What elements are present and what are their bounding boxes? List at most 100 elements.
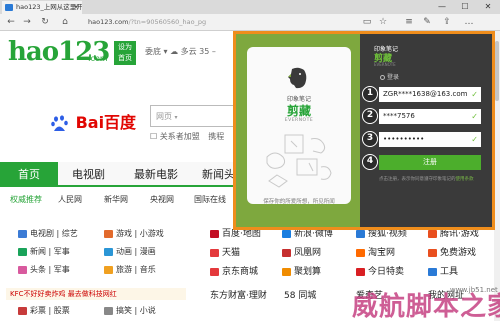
promo-caption: 保存你的所爱所想，所见所闻 [263,199,335,205]
site-link[interactable]: 天猫 [210,245,240,258]
join-checkbox-row[interactable]: ☐ 关系者加盟 携程 [150,131,224,142]
headline-icon [18,265,27,274]
subnav-people[interactable]: 人民网 [58,191,82,209]
site-link[interactable]: 58 同城 [284,288,316,301]
terms-text: 点击注册，表示你同意遵守印象笔记的 [379,177,456,182]
terms-link[interactable]: 使用条款 [456,177,474,182]
set-homepage-line1: 设为 [118,43,132,51]
reading-view-icon[interactable]: ▭ [360,15,374,29]
checkbox-icon[interactable]: ☐ [150,132,157,141]
minimize-icon[interactable]: — [431,0,453,14]
set-homepage-button[interactable]: 设为 首页 [114,41,136,65]
category-item[interactable]: 动画 | 漫画 [104,246,156,257]
tab-title: hao123_上网从这里开始 [16,3,82,11]
password-value: •••••••••• [383,135,425,143]
browser-tab[interactable]: hao123_上网从这里开始 × [2,1,82,14]
baidu-paw-icon [51,114,68,131]
email-field[interactable]: ZGR****1638@163.com ✓ [379,87,481,102]
category-item[interactable]: 游戏 | 小游戏 [104,228,164,239]
subnav-xinhua[interactable]: 新华网 [104,191,128,209]
site-icon [428,267,437,276]
nav-tv-series[interactable]: 电视剧 [72,162,105,187]
search-type-select[interactable]: 网页 ▾ [150,105,240,127]
promo-brand-large: 剪藏 [286,104,311,118]
evernote-clipper-dialog: 印象笔记 剪藏 EVERNOTE 保存你的所爱所想，所见所闻 印象笔记 剪藏 E… [236,34,492,227]
search-extra-link[interactable]: 携程 [208,132,224,141]
nav-home[interactable]: 首页 [0,162,58,187]
web-note-icon[interactable]: ✎ [420,15,434,29]
panel-brand-en: EVERNOTE [374,62,396,67]
url-path: /?tn=90560560_hao_pg [128,18,207,26]
username-value: ****7576 [383,112,415,120]
lottery-icon [18,306,27,315]
login-radio-icon [380,75,385,80]
site-link[interactable]: 京东商城 [210,264,258,277]
scrollbar-thumb[interactable] [495,41,499,101]
home-icon[interactable]: ⌂ [58,15,72,29]
evernote-promo-panel: 印象笔记 剪藏 EVERNOTE 保存你的所爱所想，所见所闻 [236,34,360,227]
subnav-recommended[interactable]: 权威推荐 [10,191,42,209]
site-icon [210,248,219,257]
site-link[interactable]: 今日特卖 [356,264,404,277]
travel-icon [104,265,113,274]
category-item[interactable]: 彩票 | 股票 [18,305,70,316]
category-item[interactable]: 电视剧 | 综艺 [18,228,78,239]
news-icon [18,247,27,256]
subnav-cctv[interactable]: 央视网 [150,191,174,209]
share-icon[interactable]: ⇪ [440,15,454,29]
tv-icon [18,229,27,238]
site-link[interactable]: 聚划算 [282,264,321,277]
site-icon [428,248,437,257]
step-badge: 1 [362,86,378,102]
promo-brand-en: EVERNOTE [284,118,314,123]
funny-icon [104,306,113,315]
nav-new-movies[interactable]: 最新电影 [134,162,178,187]
check-icon: ✓ [471,135,478,144]
baidu-brand-text: Bai百度 [75,113,137,132]
site-icon [356,229,365,238]
category-item[interactable]: 头条 | 军事 [18,264,70,275]
category-item[interactable]: 搞笑 | 小说 [104,305,156,316]
back-icon[interactable]: ← [4,15,18,29]
sub-nav: 权威推荐 人民网 新华网 央视网 国际在线 [0,191,240,209]
ad-banner[interactable]: KFC不好好卖炸鸡 最去做科技网红 [6,288,186,300]
check-icon: ✓ [471,90,478,99]
password-field[interactable]: •••••••••• ✓ [379,132,481,147]
site-link[interactable]: 凤凰网 [282,245,321,258]
url-field[interactable]: hao123.com/?tn=90560560_hao_pg [88,17,348,28]
evernote-promo-card: 印象笔记 剪藏 EVERNOTE 保存你的所爱所想，所见所闻 [247,47,351,205]
hub-icon[interactable]: ≡ [402,15,416,29]
hao123-logo-suffix: .com [88,54,108,63]
evernote-login-panel: 印象笔记 剪藏 EVERNOTE 登录 1 ZGR****1638@163.co… [360,34,492,227]
subnav-cri[interactable]: 国际在线 [194,191,226,209]
site-icon [356,267,365,276]
step-badge: 4 [362,154,378,170]
favorite-star-icon[interactable]: ☆ [376,15,390,29]
nav-news[interactable]: 新闻头 [202,162,235,187]
location-weather[interactable]: 委底 ▾ ☁ 多云 35 – [145,46,216,57]
close-window-icon[interactable]: ✕ [477,0,499,14]
site-icon [210,267,219,276]
site-icon [428,229,437,238]
forward-icon[interactable]: → [20,15,34,29]
watermark-url: www.jb51.net [450,286,498,294]
site-link[interactable]: 工具 [428,264,458,277]
site-link[interactable]: 免费游戏 [428,245,476,258]
maximize-icon[interactable]: ☐ [454,0,476,14]
more-icon[interactable]: … [462,15,476,29]
tab-close-icon[interactable]: × [73,1,79,14]
site-favicon [5,4,13,11]
category-item[interactable]: 旅游 | 音乐 [104,264,156,275]
site-icon [282,248,291,257]
terms-notice: 点击注册，表示你同意遵守印象笔记的使用条款 [379,177,487,183]
site-link[interactable]: 东方财富·理财 [210,288,267,301]
refresh-icon[interactable]: ↻ [38,15,52,29]
login-link[interactable]: 登录 [380,72,399,81]
search-type-label: 网页 [156,112,172,121]
baidu-logo[interactable]: Bai百度 [50,109,136,134]
category-item[interactable]: 新闻 | 军事 [18,246,70,257]
site-icon [210,229,219,238]
username-field[interactable]: ****7576 ✓ [379,109,481,124]
site-link[interactable]: 淘宝网 [356,245,395,258]
register-button[interactable]: 注册 [379,155,481,170]
